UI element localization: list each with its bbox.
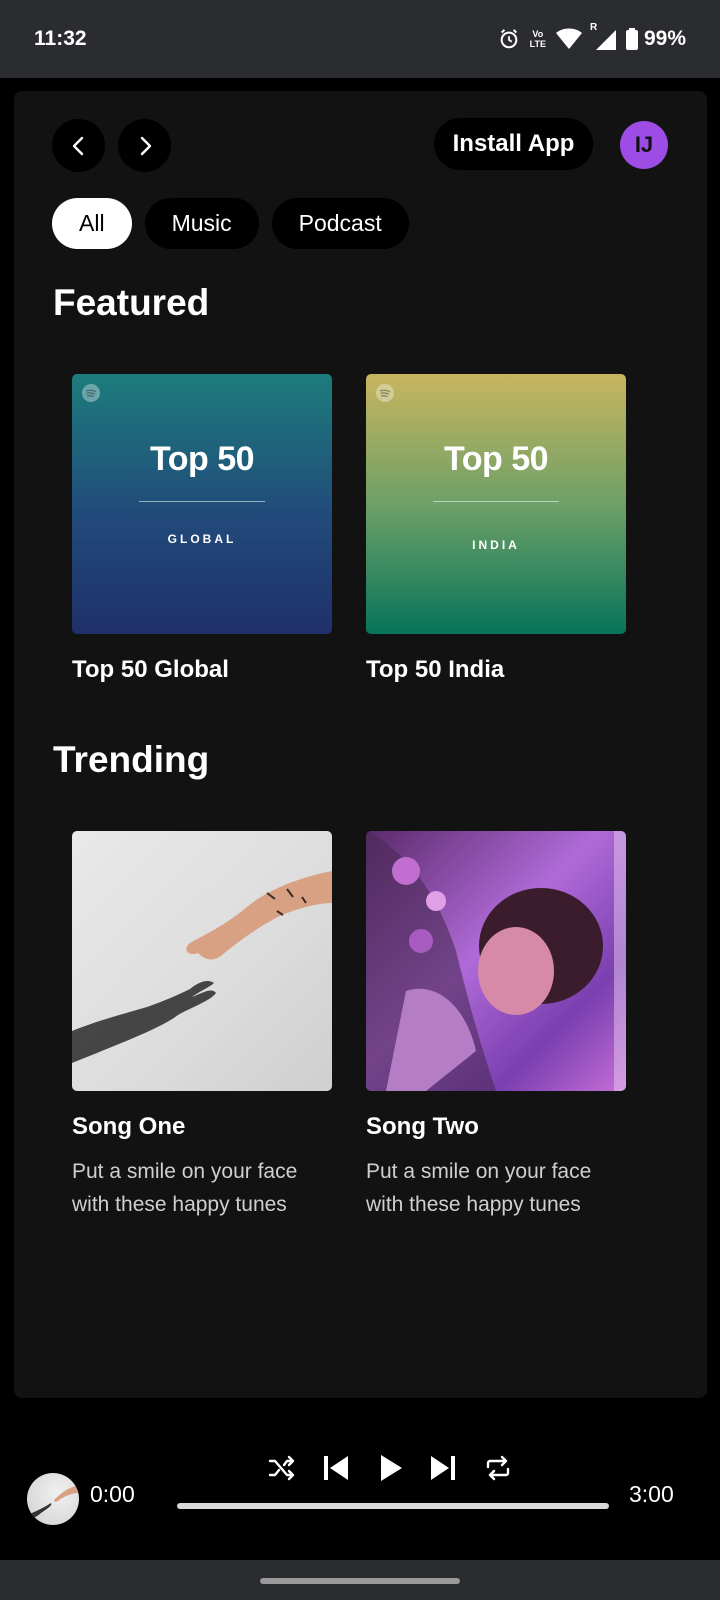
roaming-badge: R [589, 22, 598, 33]
next-button[interactable] [423, 1448, 463, 1488]
cover-divider [433, 501, 559, 502]
volte-line2: LTE [529, 39, 546, 49]
battery-icon [625, 28, 638, 50]
trending-card-song-two[interactable]: Song Two Put a smile on your face with t… [366, 831, 626, 1221]
card-title: Top 50 Global [72, 656, 229, 683]
player-bar: 0:00 3:00 [0, 1398, 720, 1560]
volte-line1: Vo [532, 29, 544, 39]
trending-heading: Trending [53, 739, 210, 780]
cover-divider [139, 501, 265, 502]
avatar[interactable]: IJ [620, 121, 668, 169]
forward-button[interactable] [118, 119, 171, 172]
cover-art: Top 50 GLOBAL [72, 374, 332, 634]
hands-thumbnail [27, 1485, 79, 1521]
filter-chips: All Music Podcast [52, 198, 409, 249]
status-icons: Vo LTE R 99% [498, 22, 686, 51]
play-button[interactable] [371, 1448, 411, 1488]
shuffle-button[interactable] [262, 1448, 302, 1488]
total-time: 3:00 [629, 1481, 674, 1507]
featured-card-india[interactable]: Top 50 INDIA Top 50 India [366, 374, 626, 684]
shuffle-icon [268, 1455, 295, 1481]
previous-button[interactable] [316, 1448, 356, 1488]
cover-text: Top 50 GLOBAL [72, 374, 332, 634]
card-description: Put a smile on your face with these happ… [366, 1160, 592, 1216]
play-icon [381, 1455, 402, 1481]
chevron-left-icon [72, 136, 83, 155]
portrait-illustration [366, 831, 626, 1091]
status-time: 11:32 [34, 27, 87, 50]
card-title: Song Two [366, 1113, 479, 1140]
status-bar: 11:32 Vo LTE R 99% [0, 0, 720, 78]
cover-title: Top 50 [443, 440, 549, 478]
card-title: Song One [72, 1113, 186, 1140]
wifi-icon [555, 28, 582, 50]
hands-illustration [72, 871, 332, 1063]
skip-next-icon [431, 1456, 455, 1480]
now-playing-artwork[interactable] [27, 1473, 79, 1525]
battery-percent: 99% [643, 27, 686, 50]
alarm-icon [498, 28, 520, 50]
current-time: 0:00 [90, 1481, 135, 1507]
trending-card-song-one[interactable]: Song One Put a smile on your face with t… [72, 831, 332, 1221]
card-description: Put a smile on your face with these happ… [72, 1160, 298, 1216]
volte-indicator: Vo LTE [530, 29, 546, 49]
chip-all[interactable]: All [52, 198, 132, 249]
card-title: Top 50 India [366, 656, 505, 683]
cover-subtitle: GLOBAL [167, 532, 237, 546]
back-button[interactable] [52, 119, 105, 172]
cell-signal-icon: R [590, 22, 616, 50]
chevron-right-icon [140, 136, 151, 155]
repeat-icon [486, 1455, 510, 1481]
cover-title: Top 50 [149, 440, 255, 478]
install-app-button[interactable]: Install App [434, 118, 593, 170]
cover-subtitle: INDIA [472, 538, 520, 552]
system-nav-bar [0, 1560, 720, 1600]
featured-heading: Featured [53, 282, 210, 323]
chip-music[interactable]: Music [144, 198, 259, 249]
home-indicator[interactable] [260, 1578, 460, 1584]
cover-image [366, 831, 626, 1091]
skip-previous-icon [324, 1456, 348, 1480]
cover-text: Top 50 INDIA [366, 374, 626, 634]
cover-art: Top 50 INDIA [366, 374, 626, 634]
chip-podcast[interactable]: Podcast [271, 198, 409, 249]
main-panel: Install App IJ All Music Podcast Feature… [14, 91, 707, 1398]
repeat-button[interactable] [478, 1448, 518, 1488]
cover-image [72, 831, 332, 1091]
featured-card-global[interactable]: Top 50 GLOBAL Top 50 Global [72, 374, 332, 684]
progress-bar[interactable] [177, 1503, 609, 1509]
